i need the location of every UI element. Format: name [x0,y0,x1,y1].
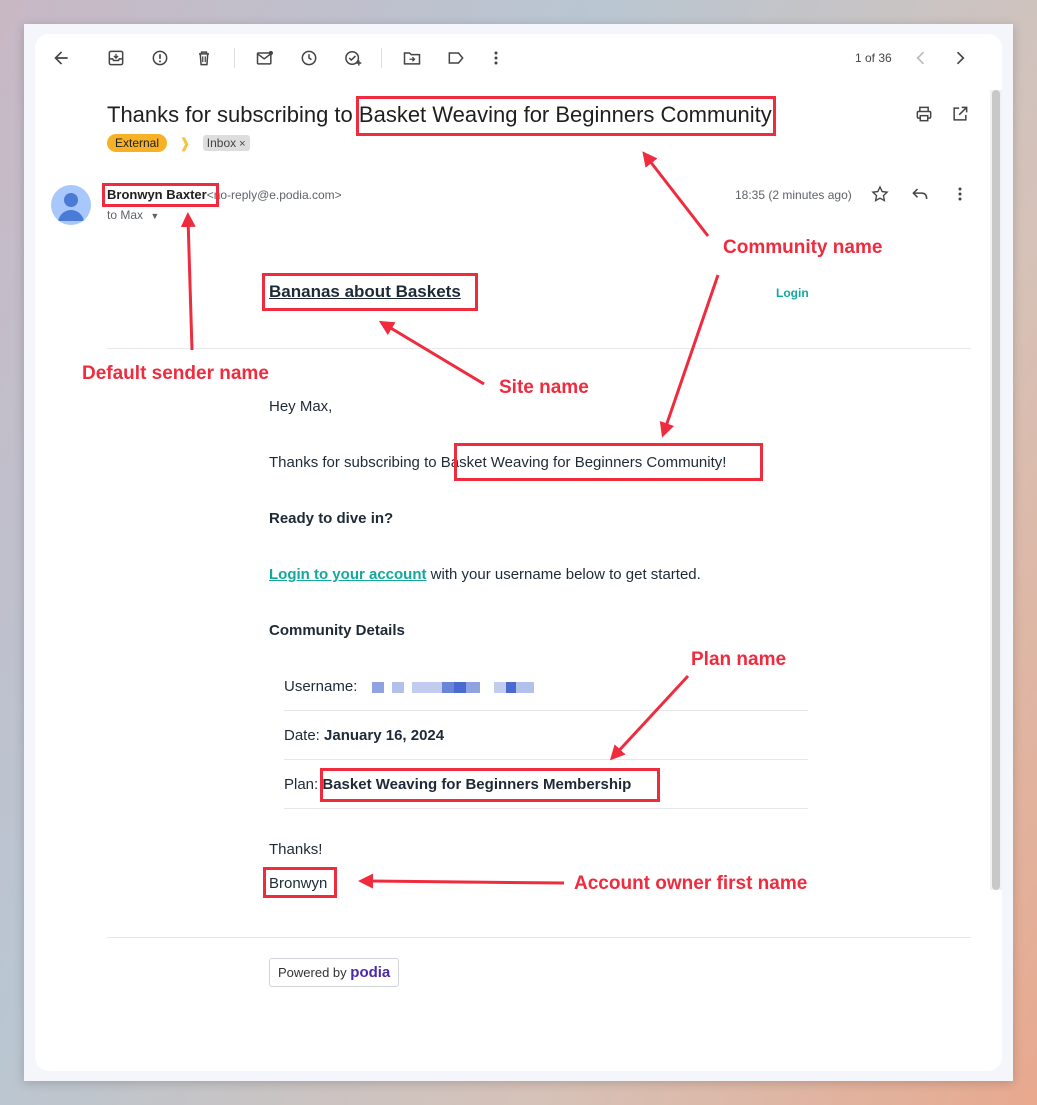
thanks-prefix: Thanks for subscribing to [269,454,441,471]
annotation-box-sender-name [102,183,219,207]
recipient-text: to Max [107,208,144,222]
label-icon[interactable] [444,46,468,70]
date-row: Date: January 16, 2024 [284,727,808,744]
login-rest-text: with your username below to get started. [426,566,701,583]
report-spam-icon[interactable] [148,46,172,70]
header-divider [107,348,971,349]
email-toolbar: 1 of 36 [35,34,990,82]
remove-label-icon[interactable]: × [239,138,245,150]
open-new-window-icon[interactable] [950,104,972,126]
annotation-box-plan-name [320,768,660,802]
annotation-box-site-name [262,273,478,311]
importance-marker-icon[interactable]: ❱ [179,135,191,152]
annotation-community-name: Community name [723,237,883,258]
inbox-label-text: Inbox [206,136,237,150]
older-chevron-icon[interactable] [948,46,972,70]
pager-count: 1 of 36 [855,51,892,65]
annotation-site-name: Site name [499,377,589,398]
annotation-box-body-community [454,443,763,481]
mark-unread-icon[interactable] [253,46,277,70]
login-line: Login to your account with your username… [269,566,701,583]
inbox-label: Inbox × [202,135,250,151]
external-tag: External [107,134,168,152]
redacted-username [371,678,534,695]
annotation-default-sender: Default sender name [82,363,269,384]
podia-logo: podia [350,964,391,981]
add-task-icon[interactable] [341,46,365,70]
detail-divider [284,808,808,809]
annotation-plan-name: Plan name [691,649,787,670]
email-tags: External ❱ Inbox × [107,134,250,152]
detail-divider [284,759,808,760]
powered-by-badge[interactable]: Powered by podia [269,958,400,987]
plan-label: Plan: [284,776,319,793]
username-row: Username: [284,678,808,695]
subject-prefix: Thanks for subscribing to [107,102,359,127]
print-icon[interactable] [914,104,936,126]
footer-divider [107,937,971,938]
date-label: Date: [284,727,320,744]
login-account-link[interactable]: Login to your account [269,566,427,583]
annotation-box-subject-community [356,96,776,136]
details-heading: Community Details [269,622,405,639]
username-label: Username: [284,678,358,695]
archive-icon[interactable] [104,46,128,70]
delete-icon[interactable] [192,46,216,70]
ready-heading: Ready to dive in? [269,510,394,527]
scrollbar-thumb[interactable] [992,90,1000,890]
newer-chevron-icon[interactable] [909,46,933,70]
recipient-line[interactable]: to Max ▼ [107,208,159,222]
message-more-icon[interactable] [950,184,972,206]
signoff: Thanks! [269,841,323,858]
email-timestamp: 18:35 (2 minutes ago) [735,188,852,202]
back-arrow-icon[interactable] [49,46,73,70]
more-vertical-icon[interactable] [484,46,508,70]
annotation-owner-first-name: Account owner first name [574,873,808,894]
snooze-icon[interactable] [297,46,321,70]
detail-divider [284,710,808,711]
scrollbar[interactable] [990,90,1002,890]
login-header-link[interactable]: Login [776,286,809,300]
date-value: January 16, 2024 [324,727,445,744]
sender-avatar[interactable] [51,185,91,225]
annotation-box-owner-name [263,867,337,898]
recipient-dropdown-icon[interactable]: ▼ [150,211,159,221]
star-icon[interactable] [870,184,892,206]
sender-email: <no-reply@e.podia.com> [206,188,342,202]
reply-icon[interactable] [910,184,932,206]
move-to-icon[interactable] [400,46,424,70]
powered-by-text: Powered by [278,965,347,980]
greeting: Hey Max, [269,398,333,415]
